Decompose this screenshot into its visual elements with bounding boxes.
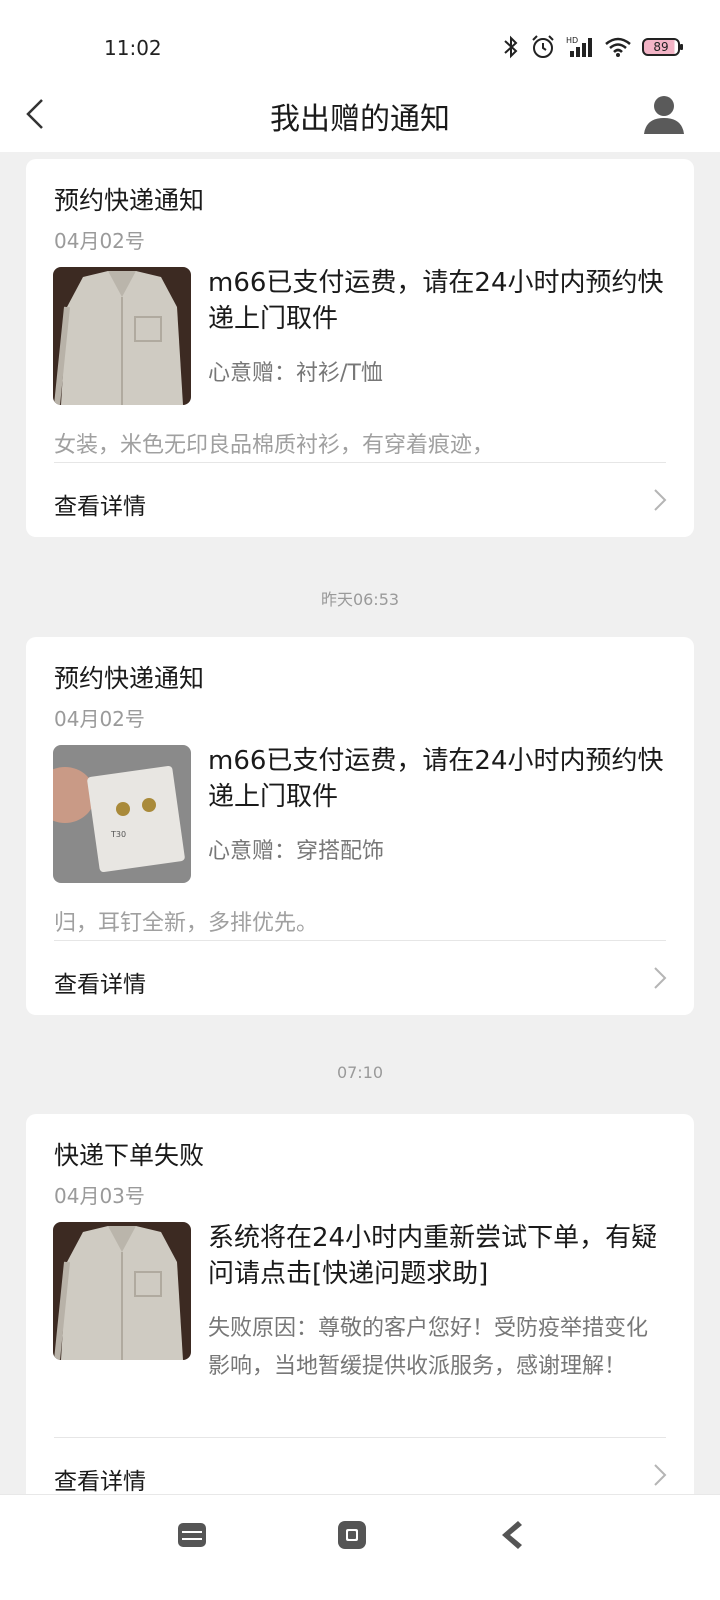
card-date: 04月03号 [54, 1184, 145, 1208]
card-sub-info: 心意赠：穿搭配饰 [208, 839, 385, 864]
back-icon[interactable] [492, 1515, 532, 1555]
divider [54, 1437, 666, 1438]
page-title: 我出赠的通知 [270, 102, 450, 137]
divider [54, 940, 666, 941]
signal-icon: HD [566, 36, 592, 57]
view-details-link[interactable]: 查看详情 [54, 487, 146, 521]
card-date: 04月02号 [54, 229, 145, 253]
item-thumbnail[interactable]: T30 [53, 745, 191, 883]
home-icon[interactable] [332, 1515, 372, 1555]
menu-icon[interactable] [172, 1515, 212, 1555]
wifi-icon [605, 37, 631, 57]
view-details-link[interactable]: 查看详情 [54, 1462, 146, 1496]
battery-indicator: 89 [642, 38, 683, 56]
back-arrow-icon[interactable] [16, 94, 56, 134]
chevron-right-icon[interactable] [652, 1462, 668, 1488]
status-time: 11:02 [104, 36, 162, 60]
status-icons: HD 89 [502, 34, 683, 60]
notification-card[interactable]: 预约快递通知 04月02号 T30 m66已支付运费，请在24小时内预约快递上门… [26, 637, 694, 1015]
notification-card[interactable]: 预约快递通知 04月02号 m66已支付运费，请在24小时内预约快递上门取件 心… [26, 159, 694, 537]
chevron-right-icon[interactable] [652, 965, 668, 991]
card-sub-info: 失败原因：尊敬的客户您好！受防疫举措变化影响，当地暂缓提供收派服务，感谢理解！ [208, 1316, 649, 1379]
svg-text:T30: T30 [110, 830, 126, 839]
timestamp: 昨天06:53 [320, 590, 400, 609]
alarm-icon [532, 35, 554, 58]
system-nav-bar [0, 1494, 720, 1600]
card-date: 04月02号 [54, 707, 145, 731]
item-thumbnail[interactable] [53, 267, 191, 405]
notification-card[interactable]: 快递下单失败 04月03号 系统将在24小时内重新尝试下单，有疑问请点击[快递问… [26, 1114, 694, 1522]
bluetooth-icon [504, 35, 518, 59]
card-message: m66已支付运费，请在24小时内预约快递上门取件 [208, 746, 664, 812]
card-description: 归，耳钉全新，多排优先。 [54, 911, 319, 936]
item-thumbnail[interactable] [53, 1222, 191, 1360]
notification-list[interactable]: 预约快递通知 04月02号 m66已支付运费，请在24小时内预约快递上门取件 心… [0, 152, 720, 1522]
status-bar: 11:02 HD 89 [0, 0, 720, 80]
svg-text:HD: HD [566, 36, 578, 45]
chevron-right-icon[interactable] [652, 487, 668, 513]
app-header: 我出赠的通知 [0, 80, 720, 152]
card-title: 预约快递通知 [54, 186, 205, 215]
card-title: 预约快递通知 [54, 664, 205, 693]
timestamp: 07:10 [336, 1063, 384, 1082]
card-message: 系统将在24小时内重新尝试下单，有疑问请点击[快递问题求助] [208, 1223, 658, 1289]
card-title: 快递下单失败 [54, 1141, 205, 1170]
divider [54, 462, 666, 463]
view-details-link[interactable]: 查看详情 [54, 965, 146, 999]
card-message: m66已支付运费，请在24小时内预约快递上门取件 [208, 268, 664, 334]
user-icon[interactable] [642, 92, 686, 136]
card-sub-info: 心意赠：衬衫/T恤 [208, 361, 383, 386]
card-description: 女装，米色无印良品棉质衬衫，有穿着痕迹， [54, 433, 495, 458]
